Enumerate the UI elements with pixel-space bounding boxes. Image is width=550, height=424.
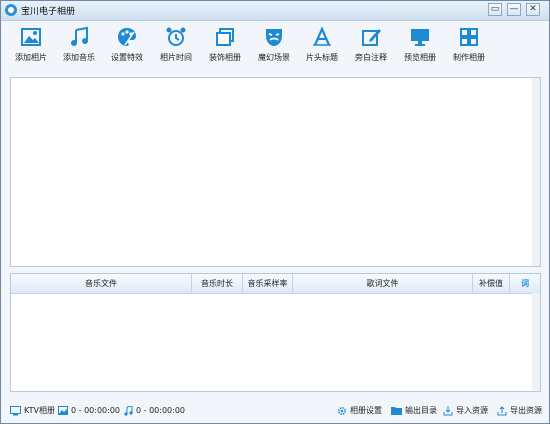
set-effects-label: 设置特效 xyxy=(111,53,143,62)
make-album-button[interactable]: 制作相册 xyxy=(446,26,492,68)
title-bar[interactable]: 宝川电子相册 ▭ — ✕ xyxy=(1,1,549,21)
music-note-icon xyxy=(71,26,88,46)
window-title: 宝川电子相册 xyxy=(21,7,76,17)
status-bar: KTV相册 0 - 00:00:00 0 - 00:00:00 相册设置 输出目… xyxy=(1,400,549,423)
import-label: 导入资源 xyxy=(456,406,488,415)
narration-button[interactable]: 旁白注释 xyxy=(348,26,394,68)
album-settings-button[interactable]: 相册设置 xyxy=(337,404,382,418)
import-resource-button[interactable]: 导入资源 xyxy=(443,404,488,418)
col-lyrics-icon[interactable]: 词 xyxy=(510,274,540,293)
alarm-clock-icon xyxy=(166,27,186,46)
preview-album-button[interactable]: 预览相册 xyxy=(397,26,443,68)
folder-icon xyxy=(391,407,402,415)
col-lyrics-file[interactable]: 歌词文件 xyxy=(293,274,473,293)
stacked-frames-icon xyxy=(216,28,234,46)
minimize-button[interactable]: — xyxy=(507,3,521,16)
app-logo-icon xyxy=(5,4,17,16)
opening-title-label: 片头标题 xyxy=(306,53,338,62)
title-letter-icon xyxy=(313,26,331,46)
music-small-icon xyxy=(124,405,133,416)
import-icon xyxy=(443,405,453,415)
col-offset[interactable]: 补偿值 xyxy=(473,274,510,293)
photo-count-label: 0 - 00:00:00 xyxy=(71,406,120,415)
output-dir-label: 输出目录 xyxy=(405,406,437,415)
photo-small-icon xyxy=(58,406,68,415)
set-effects-button[interactable]: 设置特效 xyxy=(104,26,150,68)
output-dir-button[interactable]: 输出目录 xyxy=(391,404,437,418)
col-sample-rate[interactable]: 音乐采样率 xyxy=(243,274,293,293)
palette-icon xyxy=(118,28,136,46)
add-music-label: 添加音乐 xyxy=(63,53,95,62)
photo-count-status: 0 - 00:00:00 xyxy=(58,404,120,418)
add-photo-label: 添加相片 xyxy=(15,53,47,62)
ktv-monitor-icon xyxy=(10,405,21,415)
col-music-file[interactable]: 音乐文件 xyxy=(11,274,192,293)
add-photo-icon xyxy=(21,28,41,46)
magic-scene-button[interactable]: 魔幻场景 xyxy=(251,26,297,68)
gear-icon xyxy=(337,406,347,415)
export-label: 导出资源 xyxy=(510,406,542,415)
photo-scrollbar[interactable] xyxy=(532,78,540,266)
ktv-album-button[interactable]: KTV相册 xyxy=(10,404,55,418)
export-icon xyxy=(497,405,507,415)
toolbar: 添加相片 添加音乐 设置特效 相片时间 装饰相册 魔幻场景 片头标题 旁白注释 xyxy=(1,21,549,73)
opening-title-button[interactable]: 片头标题 xyxy=(299,26,345,68)
photo-time-label: 相片时间 xyxy=(160,53,192,62)
magic-scene-label: 魔幻场景 xyxy=(258,53,290,62)
music-table[interactable]: 音乐文件 音乐时长 音乐采样率 歌词文件 补偿值 词 xyxy=(10,273,541,392)
col-music-duration[interactable]: 音乐时长 xyxy=(192,274,243,293)
add-music-button[interactable]: 添加音乐 xyxy=(56,26,102,68)
preview-album-label: 预览相册 xyxy=(404,53,436,62)
music-count-status: 0 - 00:00:00 xyxy=(124,404,185,418)
decorate-album-label: 装饰相册 xyxy=(209,53,241,62)
export-resource-button[interactable]: 导出资源 xyxy=(497,404,542,418)
photo-time-button[interactable]: 相片时间 xyxy=(153,26,199,68)
close-button[interactable]: ✕ xyxy=(526,3,540,16)
monitor-icon xyxy=(411,29,429,46)
music-table-header: 音乐文件 音乐时长 音乐采样率 歌词文件 补偿值 词 xyxy=(11,274,540,294)
narration-label: 旁白注释 xyxy=(355,53,387,62)
add-photo-button[interactable]: 添加相片 xyxy=(8,26,54,68)
music-count-label: 0 - 00:00:00 xyxy=(136,406,185,415)
restore-button[interactable]: ▭ xyxy=(488,3,502,16)
ktv-label: KTV相册 xyxy=(24,406,55,415)
edit-pen-icon xyxy=(362,29,381,46)
theater-mask-icon xyxy=(266,29,282,46)
app-window: 宝川电子相册 ▭ — ✕ 添加相片 添加音乐 设置特效 相片时间 装饰相册 魔幻… xyxy=(0,0,550,424)
album-settings-label: 相册设置 xyxy=(350,406,382,415)
make-album-label: 制作相册 xyxy=(453,53,485,62)
decorate-album-button[interactable]: 装饰相册 xyxy=(202,26,248,68)
music-scrollbar[interactable] xyxy=(532,293,540,391)
photo-list-area[interactable] xyxy=(10,77,541,267)
grid-icon xyxy=(460,28,478,46)
